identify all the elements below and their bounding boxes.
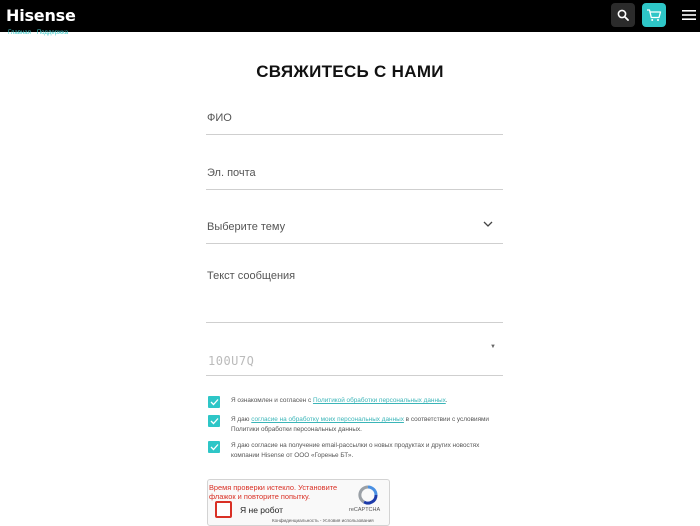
- search-icon: [617, 9, 629, 21]
- recaptcha-widget: Время проверки истекло. Установите флажо…: [207, 479, 390, 526]
- recaptcha-links[interactable]: Конфиденциальность - Условия использован…: [272, 518, 374, 523]
- privacy-policy-link[interactable]: Политикой обработки персональных данных: [313, 397, 446, 404]
- breadcrumb-item[interactable]: Главная: [8, 30, 31, 36]
- full-name-field[interactable]: ФИО: [206, 104, 503, 135]
- consent-text: Я даю согласие на получение email-рассыл…: [231, 442, 480, 459]
- menu-button[interactable]: [679, 3, 699, 27]
- hisense-logo[interactable]: Hisense: [6, 6, 76, 25]
- breadcrumb-item[interactable]: Поддержка: [37, 30, 68, 36]
- captcha-code-field[interactable]: 100U7Q ▼: [206, 340, 503, 376]
- consent-data-row: Я даю согласие на обработку моих персона…: [208, 415, 501, 435]
- cart-icon: [647, 9, 662, 21]
- cart-button[interactable]: [642, 3, 666, 27]
- consent-policy-checkbox[interactable]: [208, 396, 220, 408]
- consent-newsletter-row: Я даю согласие на получение email-рассыл…: [208, 441, 501, 461]
- consent-newsletter-checkbox[interactable]: [208, 441, 220, 453]
- checkmark-icon: [210, 418, 218, 425]
- topic-select[interactable]: Выберите тему: [206, 212, 503, 244]
- recaptcha-checkbox[interactable]: [215, 501, 232, 518]
- checkmark-icon: [210, 444, 218, 451]
- top-navigation-bar: Hisense: [0, 0, 700, 32]
- message-textarea[interactable]: Текст сообщения: [206, 262, 503, 323]
- consent-data-checkbox[interactable]: [208, 415, 220, 427]
- consent-newsletter-text: Я даю согласие на получение email-рассыл…: [231, 441, 501, 461]
- full-name-label: ФИО: [207, 112, 232, 124]
- consent-data-text: Я даю согласие на обработку моих персона…: [231, 415, 501, 435]
- consent-text: Я ознакомлен и согласен с: [231, 397, 313, 404]
- message-label: Текст сообщения: [207, 270, 296, 282]
- email-field[interactable]: Эл. почта: [206, 158, 503, 190]
- captcha-code: 100U7Q: [208, 354, 255, 368]
- email-label: Эл. почта: [207, 167, 256, 179]
- search-button[interactable]: [611, 3, 635, 27]
- checkmark-icon: [210, 399, 218, 406]
- data-consent-link[interactable]: согласие на обработку моих персональных …: [251, 416, 404, 423]
- page-title: СВЯЖИТЕСЬ С НАМИ: [256, 62, 444, 81]
- consent-text: Я даю: [231, 416, 252, 423]
- recaptcha-logo-icon: [358, 485, 378, 505]
- breadcrumb: Главная Поддержка: [8, 30, 68, 36]
- consent-text: .: [445, 397, 448, 404]
- consent-policy-row: Я ознакомлен и согласен с Политикой обра…: [208, 396, 501, 408]
- chevron-down-icon: [483, 221, 493, 227]
- refresh-captcha-icon[interactable]: ▼: [490, 344, 496, 350]
- topic-label: Выберите тему: [207, 221, 286, 233]
- recaptcha-label: Я не робот: [240, 505, 284, 515]
- recaptcha-error-message: Время проверки истекло. Установите флажо…: [208, 483, 338, 501]
- recaptcha-brand: reCAPTCHA: [349, 507, 381, 513]
- consent-policy-text: Я ознакомлен и согласен с Политикой обра…: [231, 396, 501, 406]
- hamburger-menu-icon: [682, 10, 696, 20]
